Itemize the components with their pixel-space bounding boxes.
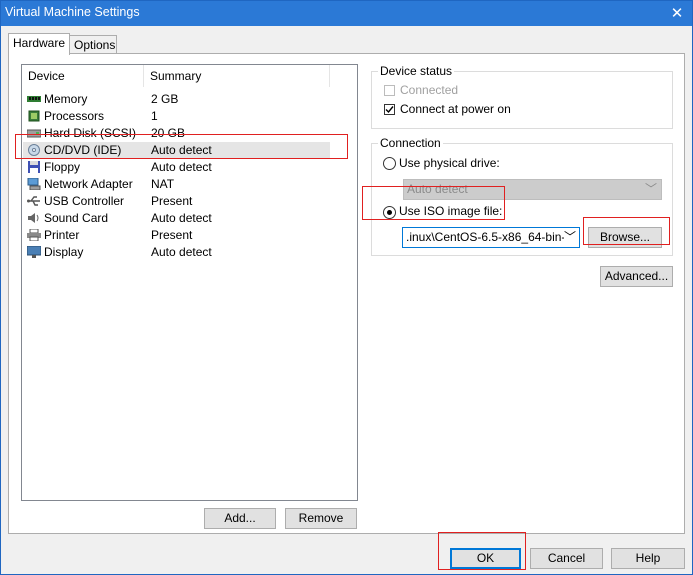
device-summary: 2 GB bbox=[151, 92, 179, 106]
device-row-printer[interactable]: Printer Present bbox=[23, 227, 330, 244]
device-summary: Auto detect bbox=[151, 160, 212, 174]
printer-icon bbox=[27, 229, 41, 241]
device-name: Display bbox=[44, 245, 84, 259]
iso-path-combo[interactable]: .inux\CentOS-6.5-x86_64-bin-D ﹀ bbox=[402, 227, 580, 248]
title-bar: Virtual Machine Settings ✕ bbox=[1, 1, 692, 26]
device-row-floppy[interactable]: Floppy Auto detect bbox=[23, 159, 330, 176]
annotation-box-ok bbox=[438, 532, 526, 570]
device-summary: Present bbox=[151, 228, 193, 242]
column-header-summary[interactable]: Summary bbox=[144, 65, 330, 87]
processor-icon bbox=[28, 110, 40, 122]
device-row-memory[interactable]: Memory 2 GB bbox=[23, 91, 330, 108]
device-row-usb-controller[interactable]: USB Controller Present bbox=[23, 193, 330, 210]
device-summary: Auto detect bbox=[151, 245, 212, 259]
device-row-sound-card[interactable]: Sound Card Auto detect bbox=[23, 210, 330, 227]
device-summary: Auto detect bbox=[151, 211, 212, 225]
connect-at-power-on-checkbox[interactable] bbox=[384, 104, 395, 115]
vm-settings-window: Virtual Machine Settings ✕ Hardware Opti… bbox=[0, 0, 693, 575]
device-name: Floppy bbox=[44, 160, 81, 174]
device-row-display[interactable]: Display Auto detect bbox=[23, 244, 330, 261]
checkmark-icon bbox=[385, 106, 394, 114]
device-summary: Present bbox=[151, 194, 193, 208]
chevron-down-icon: ﹀ bbox=[563, 228, 576, 247]
annotation-box-cd-dvd bbox=[15, 134, 348, 159]
device-status-title: Device status bbox=[378, 64, 455, 78]
device-list[interactable]: Device Summary Memory 2 GB Processors 1 … bbox=[21, 64, 358, 501]
chevron-down-icon: ﹀ bbox=[644, 182, 657, 196]
usb-icon bbox=[27, 196, 40, 206]
device-name: Processors bbox=[44, 109, 105, 123]
connect-at-power-on-label: Connect at power on bbox=[400, 102, 511, 116]
display-icon bbox=[27, 246, 41, 258]
connected-checkbox[interactable] bbox=[384, 85, 395, 96]
advanced-button[interactable]: Advanced... bbox=[600, 266, 673, 287]
use-physical-drive-radio[interactable] bbox=[383, 157, 396, 170]
add-device-button[interactable]: Add... bbox=[204, 508, 276, 529]
help-button[interactable]: Help bbox=[611, 548, 685, 569]
device-name: USB Controller bbox=[44, 194, 125, 208]
device-summary: 1 bbox=[151, 109, 158, 123]
remove-device-button[interactable]: Remove bbox=[285, 508, 357, 529]
memory-icon bbox=[27, 96, 41, 102]
cancel-button[interactable]: Cancel bbox=[530, 548, 603, 569]
column-header-filler bbox=[330, 65, 357, 87]
device-row-network-adapter[interactable]: Network Adapter NAT bbox=[23, 176, 330, 193]
connection-title: Connection bbox=[378, 136, 443, 150]
device-status-group: Device status Connected Connect at power… bbox=[371, 64, 673, 129]
tab-hardware[interactable]: Hardware bbox=[8, 33, 70, 55]
sound-card-icon bbox=[28, 213, 39, 223]
device-name: Network Adapter bbox=[44, 177, 133, 191]
connected-label: Connected bbox=[400, 83, 459, 97]
device-row-processors[interactable]: Processors 1 bbox=[23, 108, 330, 125]
annotation-box-iso bbox=[362, 186, 505, 220]
network-adapter-icon bbox=[27, 178, 41, 190]
device-summary: NAT bbox=[151, 177, 175, 191]
iso-path-value: .inux\CentOS-6.5-x86_64-bin-D bbox=[406, 230, 575, 244]
device-name: Memory bbox=[44, 92, 88, 106]
close-icon[interactable]: ✕ bbox=[662, 1, 692, 26]
annotation-box-browse bbox=[583, 217, 670, 245]
use-physical-drive-label: Use physical drive: bbox=[399, 156, 500, 170]
tab-options[interactable]: Options bbox=[69, 35, 117, 54]
window-title: Virtual Machine Settings bbox=[5, 5, 140, 19]
device-name: Sound Card bbox=[44, 211, 109, 225]
column-header-device[interactable]: Device bbox=[22, 65, 144, 87]
floppy-icon bbox=[28, 161, 40, 173]
device-name: Printer bbox=[44, 228, 80, 242]
hardware-panel: Device Summary Memory 2 GB Processors 1 … bbox=[8, 53, 685, 534]
